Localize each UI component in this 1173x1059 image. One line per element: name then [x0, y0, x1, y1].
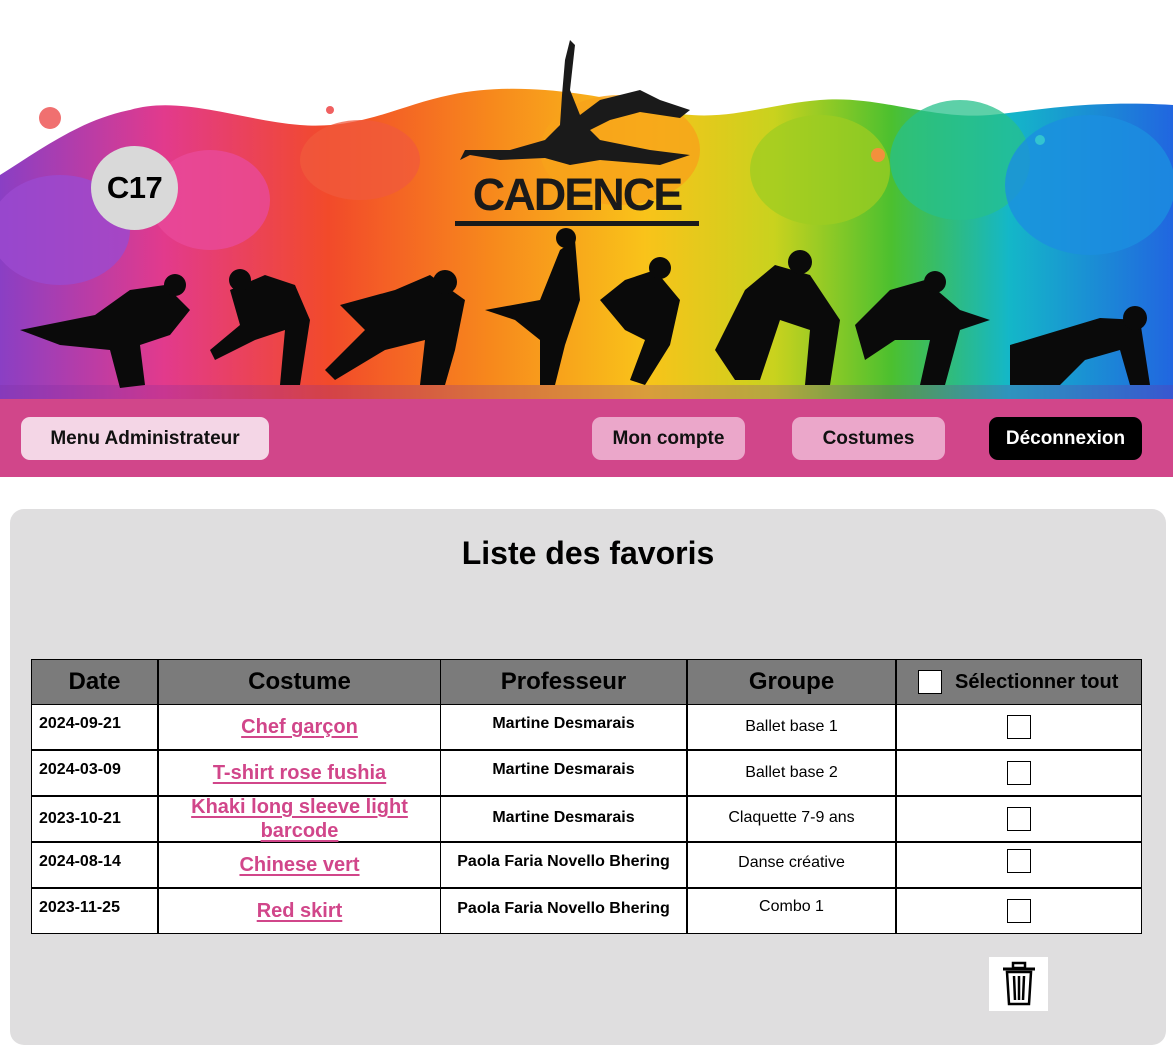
table-row-date: 2024-09-21	[31, 704, 158, 750]
costume-link[interactable]: T-shirt rose fushia	[213, 761, 386, 785]
table-row-teacher: Paola Faria Novello Bhering	[440, 888, 687, 934]
table-row-select	[896, 704, 1142, 750]
table-row-costume: Khaki long sleeve light barcode	[158, 796, 441, 842]
table-row-date: 2024-08-14	[31, 842, 158, 888]
header-banner: C17 CADENCE	[0, 0, 1173, 399]
table-row-group: Ballet base 1	[687, 704, 896, 750]
table-row-group: Danse créative	[687, 842, 896, 888]
table-row-teacher: Martine Desmarais	[440, 796, 687, 842]
row-checkbox[interactable]	[1007, 849, 1031, 873]
table-row-group: Combo 1	[687, 888, 896, 934]
column-header-costume: Costume	[158, 659, 441, 705]
table-row-teacher: Martine Desmarais	[440, 750, 687, 796]
costume-link[interactable]: Chef garçon	[241, 715, 358, 739]
table-row-costume: Red skirt	[158, 888, 441, 934]
page-title: Liste des favoris	[461, 535, 715, 571]
table-row-date: 2024-03-09	[31, 750, 158, 796]
table-row-costume: T-shirt rose fushia	[158, 750, 441, 796]
trash-icon	[1002, 961, 1035, 1006]
select-all-label: Sélectionner tout	[955, 670, 1119, 693]
row-checkbox[interactable]	[1007, 715, 1031, 739]
delete-selected-button[interactable]	[989, 957, 1048, 1011]
costume-link[interactable]: Red skirt	[257, 899, 343, 923]
favorites-table: Date Costume Professeur Groupe Sélection…	[31, 659, 1142, 935]
table-row-costume: Chinese vert	[158, 842, 441, 888]
table-row-group: Claquette 7-9 ans	[687, 796, 896, 842]
brand-logo-underline	[455, 221, 699, 226]
column-header-date: Date	[31, 659, 158, 705]
table-row-group: Ballet base 2	[687, 750, 896, 796]
select-all-checkbox[interactable]	[918, 670, 942, 694]
my-account-button[interactable]: Mon compte	[592, 417, 745, 460]
main-navigation: Menu Administrateur Mon compte Costumes …	[0, 399, 1173, 477]
table-row-teacher: Martine Desmarais	[440, 704, 687, 750]
costumes-button[interactable]: Costumes	[792, 417, 945, 460]
page-code-badge: C17	[91, 146, 178, 230]
row-checkbox[interactable]	[1007, 899, 1031, 923]
table-row-select	[896, 796, 1142, 842]
column-header-group: Groupe	[687, 659, 896, 705]
table-row-date: 2023-11-25	[31, 888, 158, 934]
column-header-teacher: Professeur	[440, 659, 687, 705]
table-row-teacher: Paola Faria Novello Bhering	[440, 842, 687, 888]
row-checkbox[interactable]	[1007, 761, 1031, 785]
column-header-select-all: Sélectionner tout	[896, 659, 1142, 705]
brand-logo-text: CADENCE	[472, 169, 684, 220]
table-row-date: 2023-10-21	[31, 796, 158, 842]
table-row-select	[896, 842, 1142, 888]
admin-menu-button[interactable]: Menu Administrateur	[21, 417, 269, 460]
table-row-select	[896, 888, 1142, 934]
table-row-costume: Chef garçon	[158, 704, 441, 750]
row-checkbox[interactable]	[1007, 807, 1031, 831]
costume-link[interactable]: Chinese vert	[239, 853, 359, 877]
table-row-select	[896, 750, 1142, 796]
logout-button[interactable]: Déconnexion	[989, 417, 1142, 460]
costume-link[interactable]: Khaki long sleeve light barcode	[180, 795, 420, 843]
